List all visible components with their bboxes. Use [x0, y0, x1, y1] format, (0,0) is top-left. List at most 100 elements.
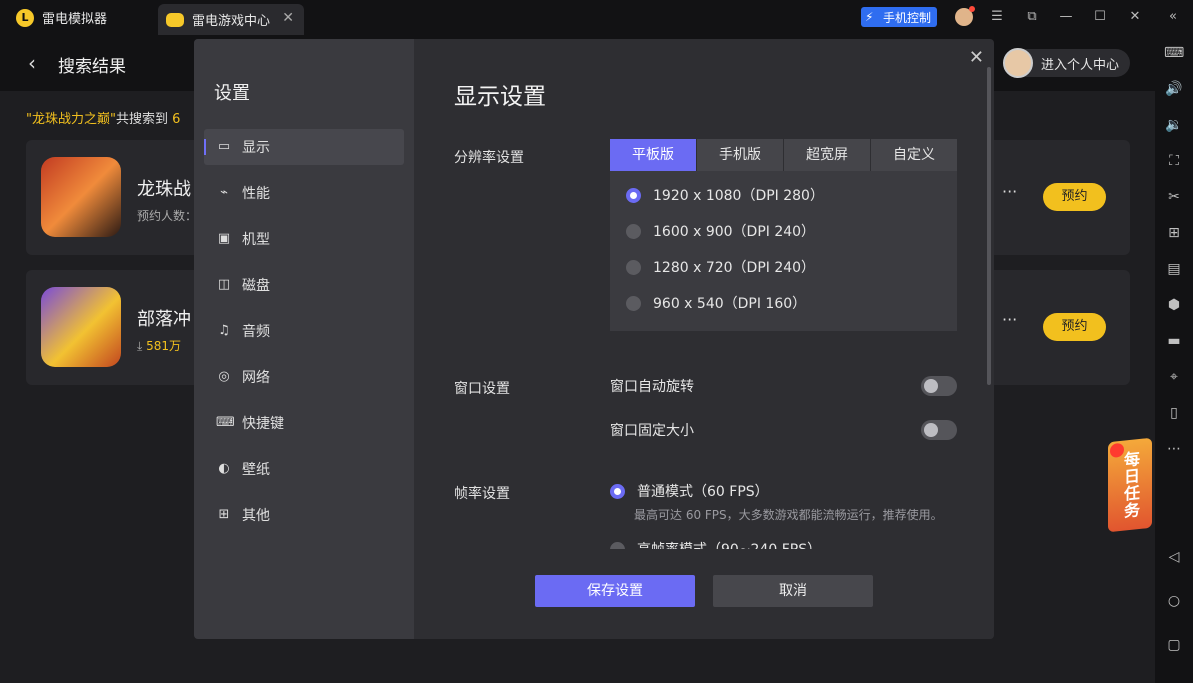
add-window-icon[interactable]: ⊞ — [1164, 223, 1184, 243]
window-section-label: 窗口设置 — [454, 381, 510, 397]
nav-item-wallpaper[interactable]: ◐ 壁纸 — [204, 451, 404, 487]
fps-description: 最高可达 60 FPS，大多数游戏都能流畅运行，推荐使用。 — [634, 508, 943, 522]
back-nav-icon[interactable]: ◁ — [1164, 547, 1184, 567]
resolution-option[interactable]: 1920 x 1080（DPI 280） — [626, 185, 824, 205]
search-count: 6 — [172, 112, 181, 127]
user-avatar[interactable] — [955, 6, 975, 26]
resolution-option[interactable]: 1600 x 900（DPI 240） — [626, 221, 815, 241]
reserve-button[interactable]: 预约 — [1043, 183, 1106, 211]
nav-label: 快捷键 — [242, 416, 284, 432]
home-nav-icon[interactable]: ○ — [1164, 591, 1184, 611]
radio-selected[interactable] — [610, 483, 625, 499]
more-icon[interactable]: ··· — [1002, 182, 1017, 201]
maximize-icon[interactable]: ☐ — [1091, 8, 1109, 26]
nav-item-network[interactable]: ◎ 网络 — [204, 359, 404, 395]
radio-selected[interactable] — [626, 187, 641, 203]
app-title: 雷电模拟器 — [42, 12, 108, 27]
search-summary-text: 共搜索到 — [115, 112, 173, 127]
back-arrow-icon[interactable]: ‹ — [28, 51, 36, 75]
app-root: L 雷电模拟器 雷电游戏中心 ✕ ⚡ 手机控制 ☰ ⧉ — ☐ ✕ « ‹ 搜索… — [0, 0, 1193, 683]
personal-avatar — [1003, 48, 1033, 78]
nav-label: 网络 — [242, 370, 270, 386]
cancel-button[interactable]: 取消 — [713, 575, 873, 607]
settings-content: 显示设置 ✕ 分辨率设置 平板版 手机版 超宽屏 自定义 1920 x 1080… — [414, 39, 994, 639]
nav-item-other[interactable]: ⊞ 其他 — [204, 497, 404, 533]
scissors-icon[interactable]: ✂ — [1164, 187, 1184, 207]
fps-option-normal[interactable]: 普通模式（60 FPS） — [610, 481, 769, 501]
nav-item-device-model[interactable]: ▣ 机型 — [204, 221, 404, 257]
fps-section-label: 帧率设置 — [454, 486, 510, 502]
notification-dot — [969, 6, 975, 12]
save-button[interactable]: 保存设置 — [535, 575, 695, 607]
location-icon[interactable]: ⌖ — [1164, 367, 1184, 387]
keyboard-icon: ⌨ — [216, 415, 235, 430]
daily-task-badge[interactable]: 每日任务 — [1108, 437, 1152, 533]
close-dialog-icon[interactable]: ✕ — [969, 47, 984, 68]
tab-tablet[interactable]: 平板版 — [610, 139, 696, 171]
content-scrollbar[interactable] — [987, 67, 991, 385]
resolution-label: 1280 x 720（DPI 240） — [653, 260, 816, 276]
resolution-options: 1920 x 1080（DPI 280） 1600 x 900（DPI 240）… — [610, 171, 957, 331]
close-tab-icon[interactable]: ✕ — [282, 10, 294, 26]
nav-label: 机型 — [242, 232, 270, 248]
game-icon[interactable] — [41, 287, 121, 367]
settings-title: 设置 — [214, 83, 250, 104]
auto-rotate-toggle[interactable] — [921, 376, 957, 396]
nav-item-disk[interactable]: ◫ 磁盘 — [204, 267, 404, 303]
search-summary: "龙珠战力之巅"共搜索到 6 — [26, 108, 180, 127]
reserve-button[interactable]: 预约 — [1043, 313, 1106, 341]
volume-up-icon[interactable]: 🔊 — [1164, 79, 1184, 99]
tab-phone[interactable]: 手机版 — [697, 139, 783, 171]
nav-label: 音频 — [242, 324, 270, 340]
tab-ultrawide[interactable]: 超宽屏 — [784, 139, 870, 171]
resolution-label: 1600 x 900（DPI 240） — [653, 224, 816, 240]
nav-label: 其他 — [242, 508, 270, 524]
more-tools-icon[interactable]: ⋯ — [1164, 439, 1184, 459]
personal-center-button[interactable]: 进入个人中心 — [1003, 48, 1130, 78]
app-title-tab[interactable]: L 雷电模拟器 — [0, 0, 155, 35]
auto-rotate-label: 窗口自动旋转 — [610, 379, 694, 395]
download-count: ⤓ 581万 — [137, 339, 182, 353]
game-center-tab[interactable]: 雷电游戏中心 ✕ — [158, 4, 304, 35]
page-title: 搜索结果 — [58, 57, 126, 77]
nav-item-display[interactable]: ▭ 显示 — [204, 129, 404, 165]
folder-icon[interactable]: ▬ — [1164, 331, 1184, 351]
radio-unselected[interactable] — [626, 259, 641, 275]
daily-task-label: 每日任务 — [1121, 449, 1140, 520]
radio-unselected[interactable] — [626, 295, 641, 311]
bolt-icon: ⚡ — [865, 10, 874, 24]
game-name: 部落冲 — [137, 309, 191, 330]
recent-apps-icon[interactable]: ▢ — [1164, 635, 1184, 655]
nav-item-performance[interactable]: ⌁ 性能 — [204, 175, 404, 211]
toggle-knob — [924, 423, 938, 437]
fullscreen-icon[interactable]: ⛶ — [1164, 151, 1184, 171]
menu-icon[interactable]: ☰ — [988, 8, 1006, 26]
phone-control-button[interactable]: ⚡ 手机控制 — [861, 7, 938, 27]
volume-down-icon[interactable]: 🔉 — [1164, 115, 1184, 135]
minimize-icon[interactable]: — — [1057, 8, 1075, 26]
more-icon[interactable]: ··· — [1002, 310, 1017, 329]
shake-icon[interactable]: ▯ — [1164, 403, 1184, 423]
nav-label: 显示 — [242, 140, 270, 156]
nav-item-audio[interactable]: ♫ 音频 — [204, 313, 404, 349]
nav-item-shortcuts[interactable]: ⌨ 快捷键 — [204, 405, 404, 441]
screenshot-icon[interactable]: ⧉ — [1023, 8, 1041, 26]
sync-icon[interactable]: ⬢ — [1164, 295, 1184, 315]
tab-custom[interactable]: 自定义 — [871, 139, 957, 171]
search-query: "龙珠战力之巅" — [26, 112, 116, 127]
reserve-count-label: 预约人数： — [137, 209, 198, 223]
globe-icon: ◎ — [218, 369, 230, 384]
close-window-icon[interactable]: ✕ — [1126, 8, 1144, 26]
game-center-tab-label: 雷电游戏中心 — [192, 14, 271, 29]
resolution-option[interactable]: 960 x 540（DPI 160） — [626, 293, 806, 313]
resolution-option[interactable]: 1280 x 720（DPI 240） — [626, 257, 815, 277]
nav-label: 性能 — [242, 186, 270, 202]
radio-unselected[interactable] — [626, 223, 641, 239]
download-icon: ⤓ — [137, 339, 147, 353]
game-icon[interactable] — [41, 157, 121, 237]
nav-label: 壁纸 — [242, 462, 270, 478]
keyboard-icon[interactable]: ⌨ — [1164, 43, 1184, 63]
collapse-sidebar-icon[interactable]: « — [1164, 8, 1182, 26]
apk-icon[interactable]: ▤ — [1164, 259, 1184, 279]
fixed-size-toggle[interactable] — [921, 420, 957, 440]
